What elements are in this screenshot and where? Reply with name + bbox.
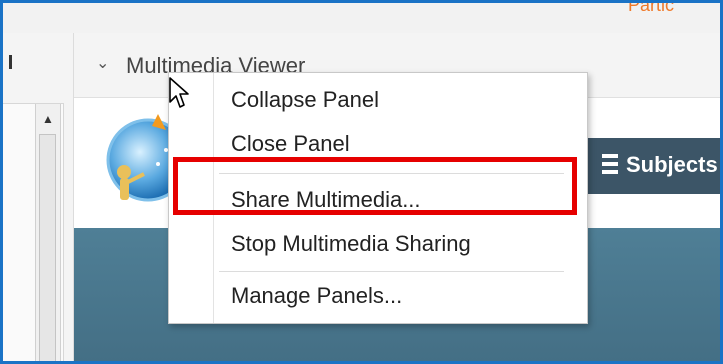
menu-separator	[219, 271, 564, 272]
mouse-pointer-icon	[169, 77, 189, 108]
scroll-up-arrow-icon[interactable]: ▲	[36, 108, 60, 130]
top-tab-strip: Partic	[3, 3, 720, 34]
nav-subjects-link[interactable]: Subjects	[626, 152, 718, 178]
menu-item-close-panel[interactable]: Close Panel	[231, 131, 350, 157]
highlight-annotation-box	[173, 157, 577, 215]
participants-tab[interactable]: Partic	[628, 3, 674, 16]
menu-item-collapse-panel[interactable]: Collapse Panel	[231, 87, 379, 113]
menu-item-manage-panels[interactable]: Manage Panels...	[231, 283, 402, 309]
left-panel: ▲	[3, 33, 74, 361]
hamburger-menu-icon[interactable]	[602, 154, 618, 178]
vertical-scrollbar[interactable]: ▲	[35, 104, 61, 361]
scrollbar-thumb[interactable]	[39, 134, 56, 361]
chevron-down-icon[interactable]: ⌄	[96, 53, 109, 73]
left-panel-edge-mark	[9, 55, 12, 69]
left-list-area: ▲	[3, 103, 64, 361]
menu-item-stop-multimedia-sharing[interactable]: Stop Multimedia Sharing	[231, 231, 471, 257]
